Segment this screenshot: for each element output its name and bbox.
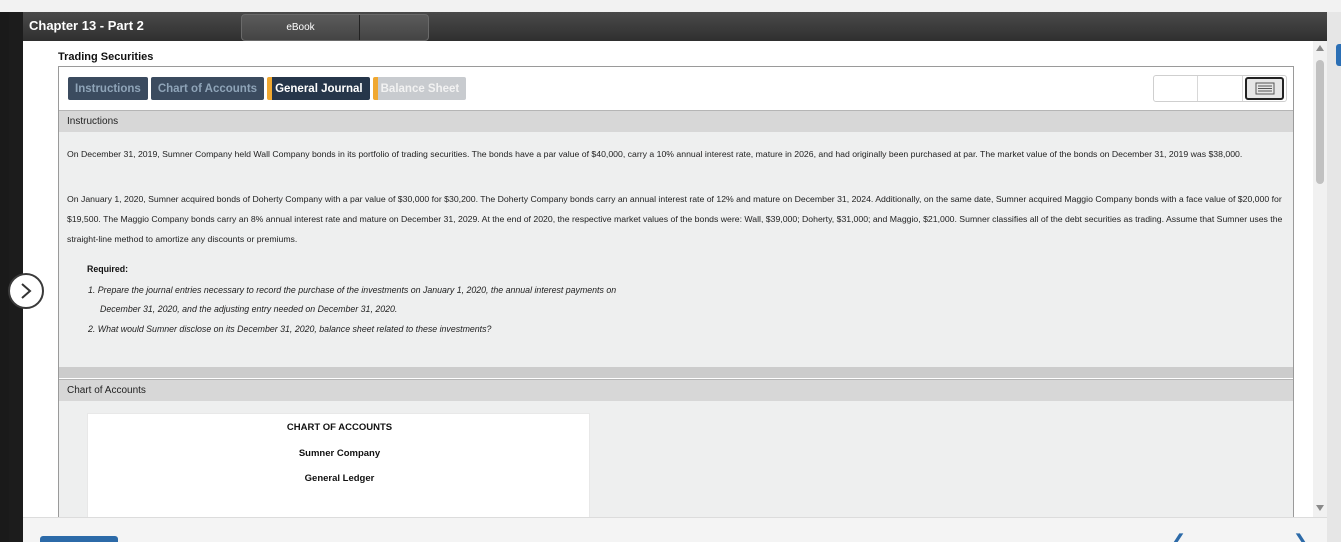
section-divider [59, 367, 1293, 378]
check-my-work-button[interactable] [40, 536, 118, 542]
previous-chevron-icon[interactable]: ❮ [1171, 531, 1186, 542]
chapter-title: Chapter 13 - Part 2 [29, 18, 144, 33]
bottom-nav-bar: ❮ ❯ [23, 517, 1327, 542]
resource-tab-group: eBook [241, 14, 429, 41]
problem-panel: Instructions Chart of Accounts General J… [58, 66, 1294, 517]
requirement-1-line-2: December 31, 2020, and the adjusting ent… [100, 304, 398, 314]
coa-title: CHART OF ACCOUNTS [286, 422, 393, 433]
required-label: Required: [87, 264, 129, 274]
tab-balance-sheet[interactable]: Balance Sheet [372, 77, 467, 100]
scroll-thumb[interactable] [1316, 60, 1324, 184]
right-edge [1327, 12, 1341, 542]
view-switch [1153, 75, 1287, 102]
requirement-1-line-1: 1. Prepare the journal entries necessary… [88, 285, 617, 295]
list-view-icon [1245, 77, 1284, 100]
chevron-right-icon [21, 283, 32, 299]
coa-ledger: General Ledger [304, 473, 375, 484]
tab-general-journal[interactable]: General Journal [267, 77, 370, 100]
view-option-list[interactable] [1243, 76, 1286, 101]
expand-sidebar-button[interactable] [8, 273, 44, 309]
vertical-scrollbar[interactable] [1313, 41, 1327, 517]
content-area: Trading Securities Instructions Chart of… [23, 41, 1313, 517]
problem-tabs: Instructions Chart of Accounts General J… [68, 77, 469, 100]
left-edge [0, 12, 9, 542]
chart-of-accounts-section-header: Chart of Accounts [59, 379, 1293, 401]
resource-tab-blank[interactable] [360, 15, 428, 40]
title-bar: Chapter 13 - Part 2 eBook [23, 12, 1327, 41]
requirement-2: 2. What would Sumner disclose on its Dec… [88, 324, 492, 334]
scroll-up-icon[interactable] [1316, 45, 1324, 51]
instructions-body: On December 31, 2019, Sumner Company hel… [59, 132, 1293, 367]
next-chevron-icon[interactable]: ❯ [1293, 531, 1308, 542]
view-option-2[interactable] [1198, 76, 1243, 101]
right-edge-handle[interactable] [1336, 44, 1341, 66]
tab-instructions[interactable]: Instructions [68, 77, 148, 100]
chart-of-accounts-body: CHART OF ACCOUNTS Sumner Company General… [59, 401, 1293, 517]
assignment-window: Chapter 13 - Part 2 eBook Trading Securi… [23, 12, 1327, 542]
top-strip [0, 0, 1341, 12]
instructions-section-header: Instructions [59, 110, 1293, 132]
coa-company: Sumner Company [298, 448, 381, 459]
page-heading: Trading Securities [58, 51, 154, 63]
chart-of-accounts-card: CHART OF ACCOUNTS Sumner Company General… [87, 413, 590, 517]
instructions-paragraph-1: On December 31, 2019, Sumner Company hel… [67, 149, 1243, 159]
ebook-tab[interactable]: eBook [242, 15, 360, 40]
scroll-down-icon[interactable] [1316, 505, 1324, 511]
view-option-1[interactable] [1154, 76, 1198, 101]
tab-chart-of-accounts[interactable]: Chart of Accounts [150, 77, 265, 100]
instructions-paragraph-2: On January 1, 2020, Sumner acquired bond… [67, 194, 1283, 244]
